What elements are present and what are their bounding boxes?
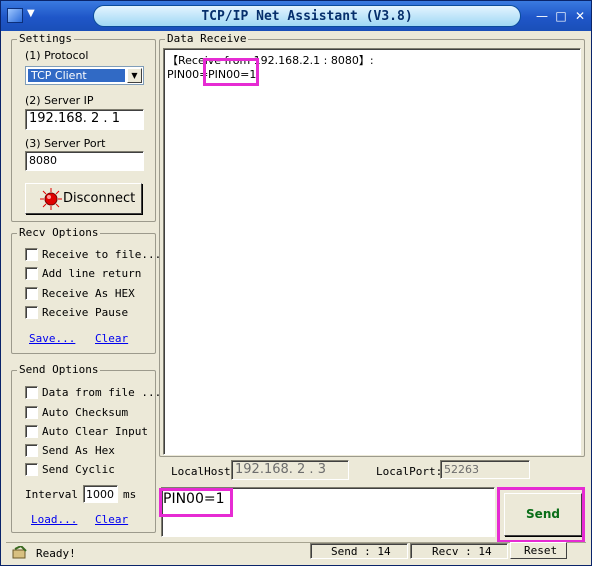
server-ip-field[interactable]: 192.168. 2 . 1	[25, 109, 144, 130]
send-options-legend: Send Options	[17, 363, 101, 376]
title-pill: TCP/IP Net Assistant (V3.8)	[93, 5, 521, 27]
send-clear-link[interactable]: Clear	[95, 513, 128, 526]
receive-as-hex-label: Receive As HEX	[42, 287, 135, 300]
data-receive-legend: Data Receive	[165, 32, 249, 45]
server-port-value: 8080	[29, 154, 57, 167]
local-host-label: LocalHost:	[171, 465, 238, 478]
received-data-highlight	[203, 58, 259, 86]
send-button-highlight	[497, 487, 585, 543]
server-port-field[interactable]: 8080	[25, 151, 144, 171]
interval-input[interactable]: 1000	[83, 485, 118, 503]
load-link[interactable]: Load...	[31, 513, 77, 526]
reset-label: Reset	[524, 544, 558, 557]
close-icon[interactable]: ✕	[572, 8, 588, 24]
send-as-hex-checkbox[interactable]	[25, 444, 38, 457]
protocol-value: TCP Client	[28, 69, 125, 82]
app-window: ▼ TCP/IP Net Assistant (V3.8) — □ ✕ Sett…	[0, 0, 592, 566]
disconnect-label: Disconnect	[63, 191, 136, 206]
status-text: Ready!	[36, 547, 76, 560]
connection-status-icon	[40, 188, 62, 210]
local-port-field: 52263	[440, 460, 530, 479]
auto-clear-input-label: Auto Clear Input	[42, 425, 148, 438]
local-port-value: 52263	[444, 463, 479, 476]
local-host-field: 192.168. 2 . 3	[231, 460, 349, 480]
send-counter: Send : 14	[331, 545, 391, 558]
maximize-icon[interactable]: □	[553, 8, 569, 24]
send-options-group: Send Options Data from file ... Auto Che…	[11, 363, 161, 533]
receive-as-hex-checkbox[interactable]	[25, 287, 38, 300]
reset-button[interactable]: Reset	[510, 542, 567, 559]
protocol-select[interactable]: TCP Client ▼	[25, 66, 144, 85]
send-input-highlight	[159, 488, 233, 517]
add-line-return-checkbox[interactable]	[25, 267, 38, 280]
recv-options-group: Recv Options Receive to file... Add line…	[11, 226, 161, 354]
send-cyclic-checkbox[interactable]	[25, 463, 38, 476]
interval-value: 1000	[86, 488, 114, 501]
app-icon	[7, 8, 23, 23]
recv-options-legend: Recv Options	[17, 226, 101, 239]
receive-pause-label: Receive Pause	[42, 306, 129, 319]
add-line-return-label: Add line return	[42, 267, 142, 280]
send-cyclic-label: Send Cyclic	[42, 463, 115, 476]
data-from-file-checkbox[interactable]	[25, 386, 38, 399]
auto-checksum-label: Auto Checksum	[42, 406, 129, 419]
server-port-label: (3) Server Port	[25, 137, 106, 150]
server-ip-value: 192.168. 2 . 1	[29, 111, 120, 126]
receive-header-line: 【Receive from 192.168.2.1 : 8080】:	[167, 54, 374, 67]
protocol-label: (1) Protocol	[25, 49, 89, 62]
send-counter-panel: Send : 14	[310, 543, 408, 559]
local-port-label: LocalPort:	[376, 465, 443, 478]
local-host-value: 192.168. 2 . 3	[235, 462, 326, 477]
data-receive-group: Data Receive 【Receive from 192.168.2.1 :…	[159, 32, 585, 457]
system-menu[interactable]: ▼	[7, 8, 41, 24]
settings-group: Settings (1) Protocol TCP Client ▼ (2) S…	[11, 32, 156, 222]
window-title: TCP/IP Net Assistant (V3.8)	[201, 9, 413, 24]
recv-counter-panel: Recv : 14	[410, 543, 508, 559]
receive-text-area[interactable]: 【Receive from 192.168.2.1 : 8080】: PIN00…	[163, 48, 581, 455]
interval-label: Interval	[25, 488, 78, 501]
minimize-icon[interactable]: —	[534, 8, 550, 24]
receive-pause-checkbox[interactable]	[25, 306, 38, 319]
receive-to-file-label: Receive to file...	[42, 248, 162, 261]
receive-to-file-checkbox[interactable]	[25, 248, 38, 261]
chevron-down-icon[interactable]: ▼	[27, 8, 35, 19]
chevron-down-icon[interactable]: ▼	[127, 68, 142, 83]
interval-unit: ms	[123, 488, 137, 501]
save-link[interactable]: Save...	[29, 332, 75, 345]
settings-legend: Settings	[17, 32, 74, 45]
send-as-hex-label: Send As Hex	[42, 444, 115, 457]
auto-checksum-checkbox[interactable]	[25, 406, 38, 419]
server-ip-label: (2) Server IP	[25, 94, 94, 107]
status-icon	[12, 546, 27, 559]
title-bar[interactable]: ▼ TCP/IP Net Assistant (V3.8) — □ ✕	[1, 1, 591, 31]
auto-clear-input-checkbox[interactable]	[25, 425, 38, 438]
disconnect-button[interactable]: Disconnect	[25, 183, 142, 214]
recv-counter: Recv : 14	[432, 545, 492, 558]
data-from-file-label: Data from file ...	[42, 386, 162, 399]
recv-clear-link[interactable]: Clear	[95, 332, 128, 345]
